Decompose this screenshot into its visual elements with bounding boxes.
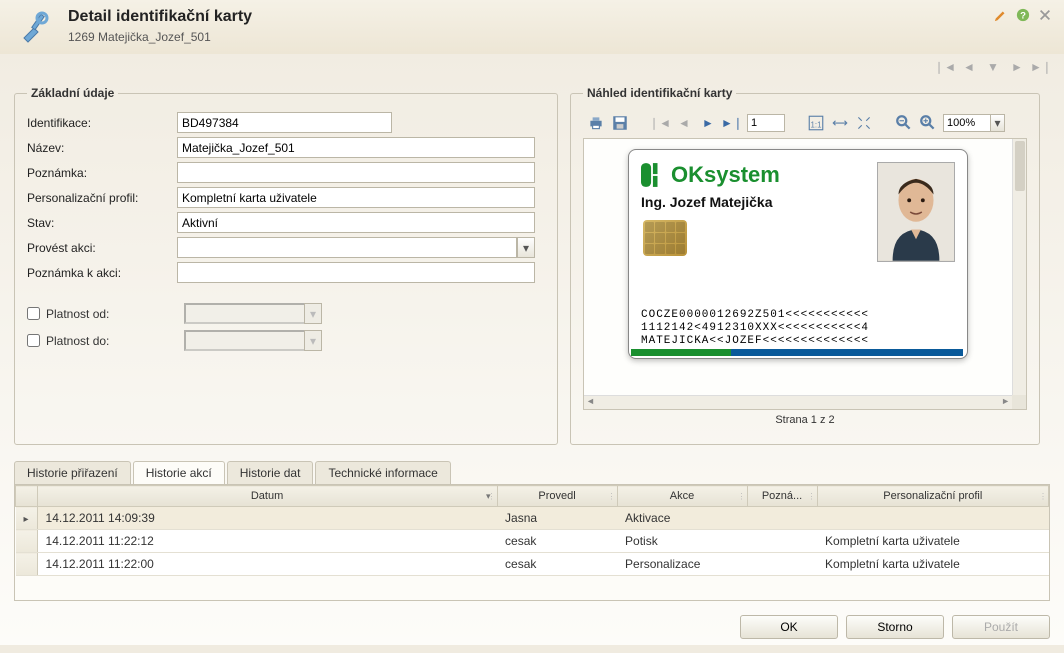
window-title: Detail identifikační karty bbox=[68, 8, 1050, 26]
nav-down-icon[interactable]: ▼ bbox=[984, 58, 1002, 76]
grid-col-provedl[interactable]: Provedl⋮ bbox=[497, 486, 617, 507]
label-poznamka-akce: Poznámka k akci: bbox=[27, 266, 177, 280]
basic-info-legend: Základní údaje bbox=[27, 86, 118, 100]
label-akce: Provést akci: bbox=[27, 241, 177, 255]
chevron-down-icon: ▾ bbox=[304, 303, 322, 324]
label-poznamka: Poznámka: bbox=[27, 166, 177, 180]
fit-page-icon[interactable] bbox=[855, 114, 873, 132]
window-subtitle: 1269 Matejička_Jozef_501 bbox=[68, 30, 1050, 44]
edit-icon[interactable] bbox=[994, 8, 1008, 25]
tab-historie-prirazeni[interactable]: Historie přiřazení bbox=[14, 461, 131, 484]
page-indicator: Strana 1 z 2 bbox=[583, 410, 1027, 430]
preview-legend: Náhled identifikační karty bbox=[583, 86, 736, 100]
label-stav: Stav: bbox=[27, 216, 177, 230]
card-stripe bbox=[631, 349, 963, 356]
tools-icon bbox=[14, 8, 54, 48]
svg-text:1:1: 1:1 bbox=[811, 121, 822, 130]
input-platnost-od bbox=[184, 303, 304, 324]
label-nazev: Název: bbox=[27, 141, 177, 155]
chevron-down-icon[interactable]: ▾ bbox=[990, 115, 1004, 131]
checkbox-platnost-do[interactable] bbox=[27, 334, 40, 347]
zoom-out-icon[interactable] bbox=[895, 114, 913, 132]
input-nazev[interactable] bbox=[177, 137, 535, 158]
input-platnost-do bbox=[184, 330, 304, 351]
page-number-input[interactable] bbox=[747, 114, 785, 132]
label-platnost-od: Platnost od: bbox=[46, 307, 184, 321]
nav-prev-icon[interactable]: ◄ bbox=[960, 58, 978, 76]
input-ident[interactable] bbox=[177, 112, 392, 133]
zoom-combo[interactable]: ▾ bbox=[943, 114, 1005, 132]
apply-button[interactable]: Použít bbox=[952, 615, 1050, 639]
chevron-down-icon[interactable]: ▾ bbox=[517, 237, 535, 258]
card-brand-text: OKsystem bbox=[671, 162, 780, 188]
page-prev-icon[interactable]: ◄ bbox=[675, 114, 693, 132]
page-last-icon[interactable]: ►❘ bbox=[723, 114, 741, 132]
record-nav-bar: ❘◄ ◄ ▼ ► ►❘ bbox=[0, 54, 1064, 86]
input-profil[interactable] bbox=[177, 187, 535, 208]
tab-body: Datum▾⋮ Provedl⋮ Akce⋮ Pozná...⋮ Persona… bbox=[14, 484, 1050, 601]
print-icon[interactable] bbox=[587, 114, 605, 132]
button-bar: OK Storno Použít bbox=[0, 601, 1064, 653]
save-icon[interactable] bbox=[611, 114, 629, 132]
combo-akce[interactable]: ▾ bbox=[177, 237, 535, 258]
id-card: OKsystem Ing. Jozef Matejička bbox=[628, 149, 968, 359]
tab-strip: Historie přiřazení Historie akcí Histori… bbox=[14, 461, 1050, 484]
basic-info-panel: Základní údaje Identifikace: Název: Pozn… bbox=[14, 86, 558, 445]
combo-platnost-do: ▾ bbox=[184, 330, 322, 351]
grid-col-pozn[interactable]: Pozná...⋮ bbox=[747, 486, 817, 507]
label-ident: Identifikace: bbox=[27, 116, 177, 130]
input-poznamka-akce[interactable] bbox=[177, 262, 535, 283]
grid-col-datum[interactable]: Datum▾⋮ bbox=[37, 486, 497, 507]
tab-technicke-informace[interactable]: Technické informace bbox=[315, 461, 450, 484]
chip-icon bbox=[643, 220, 687, 256]
label-profil: Personalizační profil: bbox=[27, 191, 177, 205]
card-mrz: COCZE0000012692Z501<<<<<<<<<<< 1112142<4… bbox=[641, 309, 955, 348]
scroll-corner bbox=[1012, 395, 1026, 409]
grid-col-akce[interactable]: Akce⋮ bbox=[617, 486, 747, 507]
cancel-button[interactable]: Storno bbox=[846, 615, 944, 639]
horizontal-scrollbar[interactable] bbox=[584, 395, 1012, 409]
tab-historie-akci[interactable]: Historie akcí bbox=[133, 461, 225, 484]
ok-button[interactable]: OK bbox=[740, 615, 838, 639]
nav-last-icon[interactable]: ►❘ bbox=[1032, 58, 1050, 76]
table-row[interactable]: 14.12.2011 14:09:39 Jasna Aktivace bbox=[16, 507, 1049, 530]
grid-rownum-header bbox=[16, 486, 38, 507]
history-grid: Datum▾⋮ Provedl⋮ Akce⋮ Pozná...⋮ Persona… bbox=[15, 485, 1049, 576]
combo-akce-input[interactable] bbox=[177, 237, 517, 258]
tab-historie-dat[interactable]: Historie dat bbox=[227, 461, 314, 484]
close-icon[interactable] bbox=[1038, 8, 1052, 25]
zoom-in-icon[interactable] bbox=[919, 114, 937, 132]
fit-width-icon[interactable] bbox=[831, 114, 849, 132]
preview-viewport: OKsystem Ing. Jozef Matejička bbox=[583, 138, 1027, 410]
label-platnost-do: Platnost do: bbox=[46, 334, 184, 348]
page-first-icon[interactable]: ❘◄ bbox=[651, 114, 669, 132]
window-header: Detail identifikační karty 1269 Matejičk… bbox=[0, 0, 1064, 54]
vertical-scrollbar[interactable] bbox=[1012, 139, 1026, 395]
card-preview-panel: Náhled identifikační karty ❘◄ ◄ ► ►❘ 1:1… bbox=[570, 86, 1040, 445]
table-row[interactable]: 14.12.2011 11:22:12 cesak Potisk Komplet… bbox=[16, 530, 1049, 553]
svg-text:?: ? bbox=[1020, 11, 1026, 22]
table-row[interactable]: 14.12.2011 11:22:00 cesak Personalizace … bbox=[16, 553, 1049, 576]
chevron-down-icon: ▾ bbox=[304, 330, 322, 351]
nav-first-icon[interactable]: ❘◄ bbox=[936, 58, 954, 76]
combo-platnost-od: ▾ bbox=[184, 303, 322, 324]
input-stav[interactable] bbox=[177, 212, 535, 233]
help-icon[interactable]: ? bbox=[1016, 8, 1030, 25]
preview-toolbar: ❘◄ ◄ ► ►❘ 1:1 ▾ bbox=[583, 112, 1027, 138]
checkbox-platnost-od[interactable] bbox=[27, 307, 40, 320]
page-next-icon[interactable]: ► bbox=[699, 114, 717, 132]
nav-next-icon[interactable]: ► bbox=[1008, 58, 1026, 76]
grid-col-profil[interactable]: Personalizační profil⋮ bbox=[817, 486, 1048, 507]
oksystem-logo-icon bbox=[641, 163, 663, 187]
fit-actual-icon[interactable]: 1:1 bbox=[807, 114, 825, 132]
input-poznamka[interactable] bbox=[177, 162, 535, 183]
card-photo bbox=[877, 162, 955, 262]
zoom-input[interactable] bbox=[944, 115, 990, 131]
